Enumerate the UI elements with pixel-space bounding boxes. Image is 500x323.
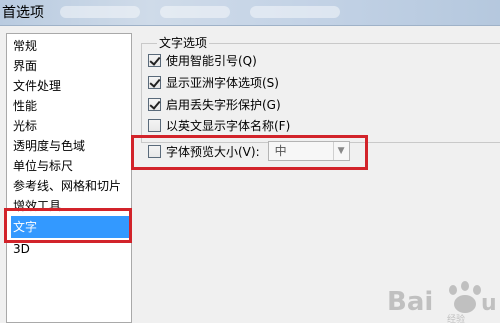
title-bar-blur [250,6,340,18]
english-font-names-option[interactable]: 以英文显示字体名称(F) [148,116,290,134]
smart-quotes-option[interactable]: 使用智能引号(Q) [148,51,257,69]
title-bar: 首选项 [0,0,500,26]
sidebar-item-guides-grid-slices[interactable]: 参考线、网格和切片 [13,176,121,196]
missing-glyph-label: 启用丢失字形保护(G) [166,97,281,112]
english-font-names-checkbox[interactable] [148,118,161,132]
svg-text:u: u [481,291,497,316]
sidebar-item-transparency-gamut[interactable]: 透明度与色域 [13,136,85,156]
highlight-box-sidebar [4,208,132,243]
smart-quotes-checkbox[interactable] [148,53,161,67]
title-bar-blur [60,6,140,18]
smart-quotes-label: 使用智能引号(Q) [166,53,257,68]
text-options-group-title: 文字选项 [157,34,210,51]
sidebar-item-interface[interactable]: 界面 [13,56,37,76]
asian-text-option[interactable]: 显示亚洲字体选项(S) [148,73,279,91]
svg-text:经验: 经验 [447,313,465,323]
sidebar-item-general[interactable]: 常规 [13,36,37,56]
svg-text:Bai: Bai [387,287,433,317]
english-font-names-label: 以英文显示字体名称(F) [166,118,291,133]
missing-glyph-option[interactable]: 启用丢失字形保护(G) [148,95,281,113]
window-title: 首选项 [2,5,44,21]
sidebar-item-file-handling[interactable]: 文件处理 [13,76,61,96]
missing-glyph-checkbox[interactable] [148,97,161,111]
sidebar-item-cursors[interactable]: 光标 [13,116,37,136]
asian-text-label: 显示亚洲字体选项(S) [166,75,279,90]
baidu-watermark-logo: Bai u 经验 [387,281,497,323]
asian-text-checkbox[interactable] [148,75,161,89]
preferences-sidebar: 常规 界面 文件处理 性能 光标 透明度与色域 单位与标尺 参考线、网格和切片 … [6,33,132,323]
sidebar-item-units-rulers[interactable]: 单位与标尺 [13,156,73,176]
highlight-box-font-preview [131,135,368,170]
title-bar-blur [160,6,230,18]
sidebar-item-performance[interactable]: 性能 [13,96,37,116]
